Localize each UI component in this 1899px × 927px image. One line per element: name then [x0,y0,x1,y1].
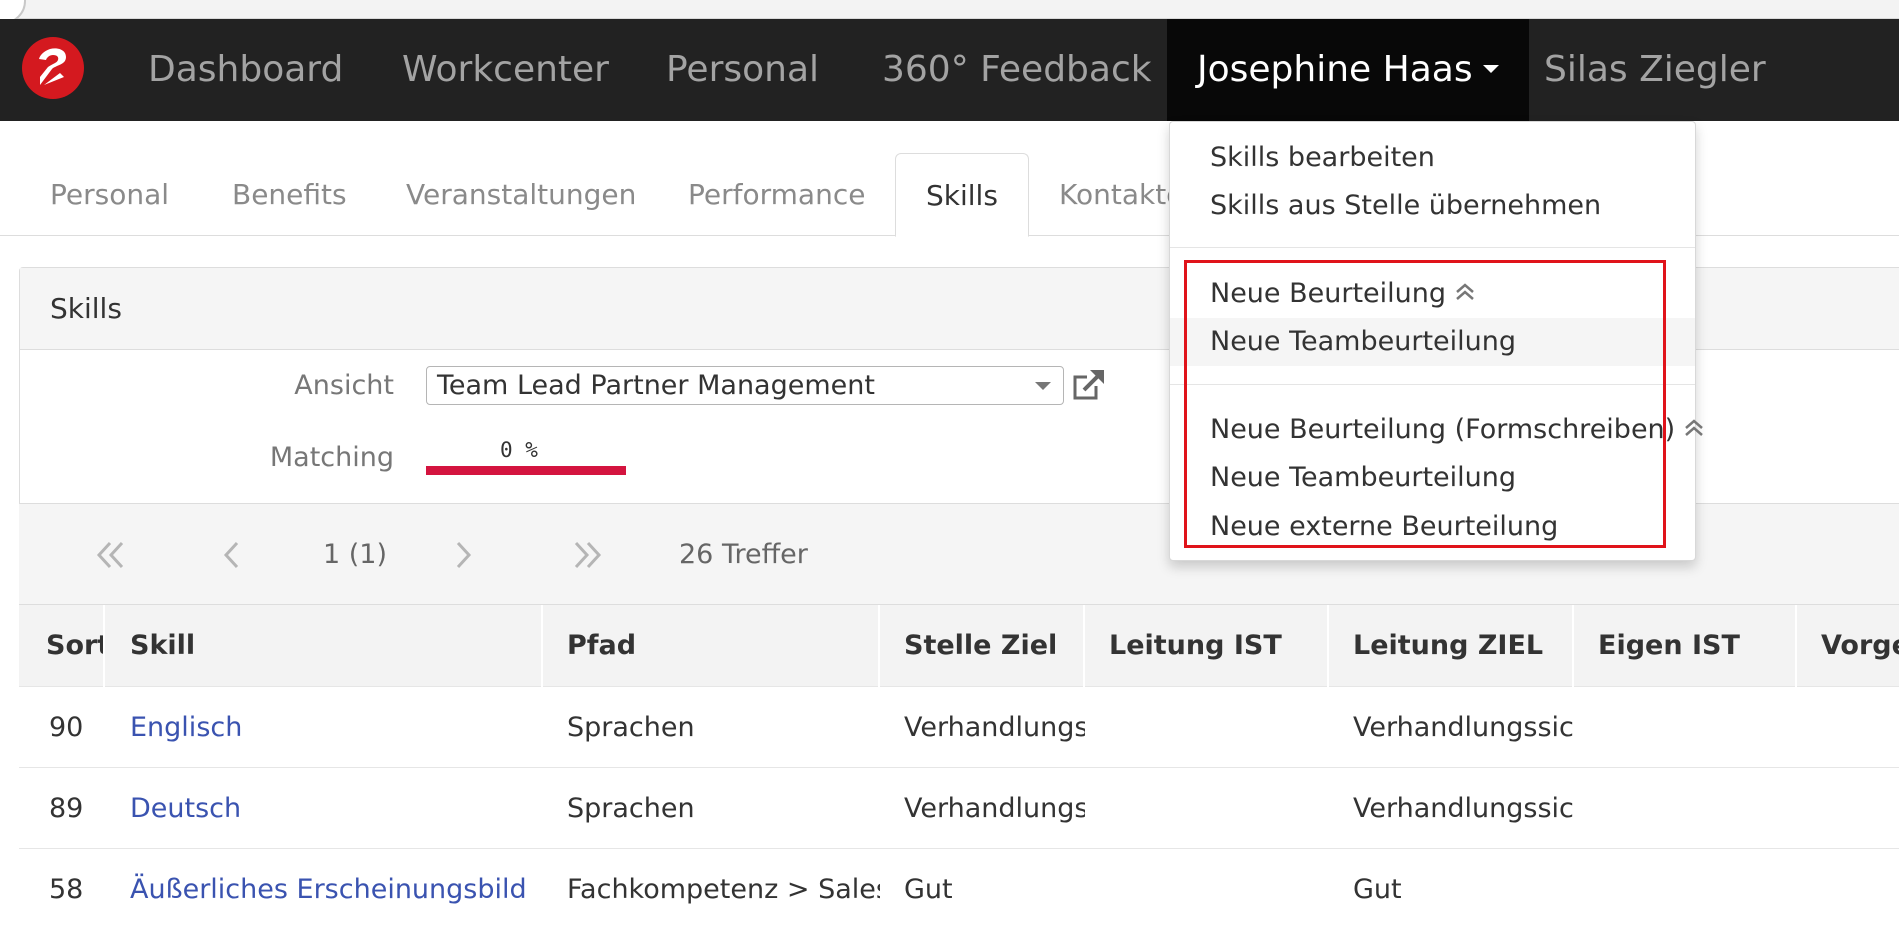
col-header-pfad[interactable]: Pfad [543,605,880,687]
cell-leitung-ist [1085,768,1329,849]
browser-top-strip [0,0,1899,24]
cell-skill-link[interactable]: Deutsch [105,768,543,849]
cell-sort: 90 [49,712,84,743]
table-row: 89 Deutsch Sprachen Verhandlungss Verhan… [19,768,1899,849]
menu-divider [1170,247,1695,248]
matching-bar [426,466,626,475]
tab-performance[interactable]: Performance [688,153,865,236]
menu-item-label: Neue Beurteilung (Formschreiben) [1210,414,1676,445]
matching-label: Matching [269,442,394,473]
col-header-skill[interactable]: Skill [105,605,543,687]
tab-benefits[interactable]: Benefits [232,153,347,236]
table-header: Sorti Skill Pfad Stelle Ziel Leitung IST… [19,605,1899,687]
external-link-icon[interactable] [1070,366,1108,404]
nav-workcenter[interactable]: Workcenter [402,19,609,121]
select-caret-icon [1035,382,1051,390]
menu-item-skills-bearbeiten[interactable]: Skills bearbeiten [1170,134,1695,182]
table-row: 90 Englisch Sprachen Verhandlungss Verha… [19,687,1899,768]
menu-item-neue-teambeurteilung-2[interactable]: Neue Teambeurteilung [1170,454,1695,502]
cell-sort: 58 [49,874,84,905]
cell-skill-link[interactable]: Äußerliches Erscheinungsbild [105,849,543,927]
cell-pfad: Sprachen [567,712,695,743]
col-header-leitung-ziel[interactable]: Leitung ZIEL [1329,605,1574,687]
caret-down-icon [1482,65,1499,73]
col-header-eigen-ist[interactable]: Eigen IST [1574,605,1797,687]
panel-title: Skills [50,292,122,325]
hit-count: 26 Treffer [679,539,808,570]
cell-leitung-ist [1085,849,1329,927]
tab-veranstaltungen[interactable]: Veranstaltungen [406,153,636,236]
main-navbar: Dashboard Workcenter Personal 360° Feedb… [0,19,1899,121]
cell-stelle-ziel: Verhandlungss [904,793,1085,824]
col-header-vorges[interactable]: Vorges [1797,605,1899,687]
first-page-icon[interactable] [96,540,126,570]
menu-item-neue-externe-beurteilung[interactable]: Neue externe Beurteilung [1170,503,1695,551]
page-indicator: 1 (1) [323,539,388,570]
col-header-sort[interactable]: Sorti [19,605,105,687]
cell-stelle-ziel: Gut [904,874,953,905]
logo-icon [39,48,66,85]
menu-item-label: Neue Beurteilung [1210,278,1447,309]
double-chevron-up-icon [1456,282,1474,300]
nav-user-silas[interactable]: Silas Ziegler [1544,19,1766,121]
col-header-leitung-ist[interactable]: Leitung IST [1085,605,1329,687]
menu-item-neue-beurteilung-formschreiben[interactable]: Neue Beurteilung (Formschreiben) [1170,406,1704,454]
menu-divider [1170,384,1695,385]
cell-leitung-ist [1085,687,1329,768]
table-row: 58 Äußerliches Erscheinungsbild Fachkomp… [19,849,1899,927]
nav-user-name: Josephine Haas [1197,49,1473,90]
ansicht-select[interactable]: Team Lead Partner Management [426,366,1064,405]
prev-page-icon[interactable] [222,540,242,570]
tab-personal[interactable]: Personal [50,153,169,236]
cell-leitung-ziel: Verhandlungssich [1353,712,1574,743]
double-chevron-up-icon [1685,418,1704,436]
cell-pfad: Fachkompetenz > Sales / I [567,874,880,905]
menu-item-skills-uebernehmen[interactable]: Skills aus Stelle übernehmen [1170,182,1695,230]
cell-sort: 89 [49,793,84,824]
cell-leitung-ziel: Verhandlungssich [1353,793,1574,824]
menu-item-neue-teambeurteilung[interactable]: Neue Teambeurteilung [1170,318,1695,366]
tab-skills[interactable]: Skills [895,153,1029,237]
cell-stelle-ziel: Verhandlungss [904,712,1085,743]
last-page-icon[interactable] [572,540,602,570]
col-header-stelle-ziel[interactable]: Stelle Ziel [880,605,1085,687]
nav-dashboard[interactable]: Dashboard [148,19,343,121]
nav-personal[interactable]: Personal [666,19,819,121]
menu-item-neue-beurteilung[interactable]: Neue Beurteilung [1170,270,1695,318]
next-page-icon[interactable] [453,540,473,570]
cell-skill-link[interactable]: Englisch [105,687,543,768]
nav-360-feedback[interactable]: 360° Feedback [882,19,1152,121]
tab-kontakte[interactable]: Kontakte [1059,153,1183,236]
cell-leitung-ziel: Gut [1353,874,1402,905]
cell-pfad: Sprachen [567,793,695,824]
ansicht-selected-value: Team Lead Partner Management [437,370,875,401]
nav-user-menu-josephine[interactable]: Josephine Haas [1167,19,1529,121]
app-logo[interactable] [22,37,84,99]
user-dropdown-menu: Skills bearbeiten Skills aus Stelle über… [1169,121,1704,561]
matching-percentage: 0 % [500,438,538,462]
ansicht-label: Ansicht [294,370,394,401]
